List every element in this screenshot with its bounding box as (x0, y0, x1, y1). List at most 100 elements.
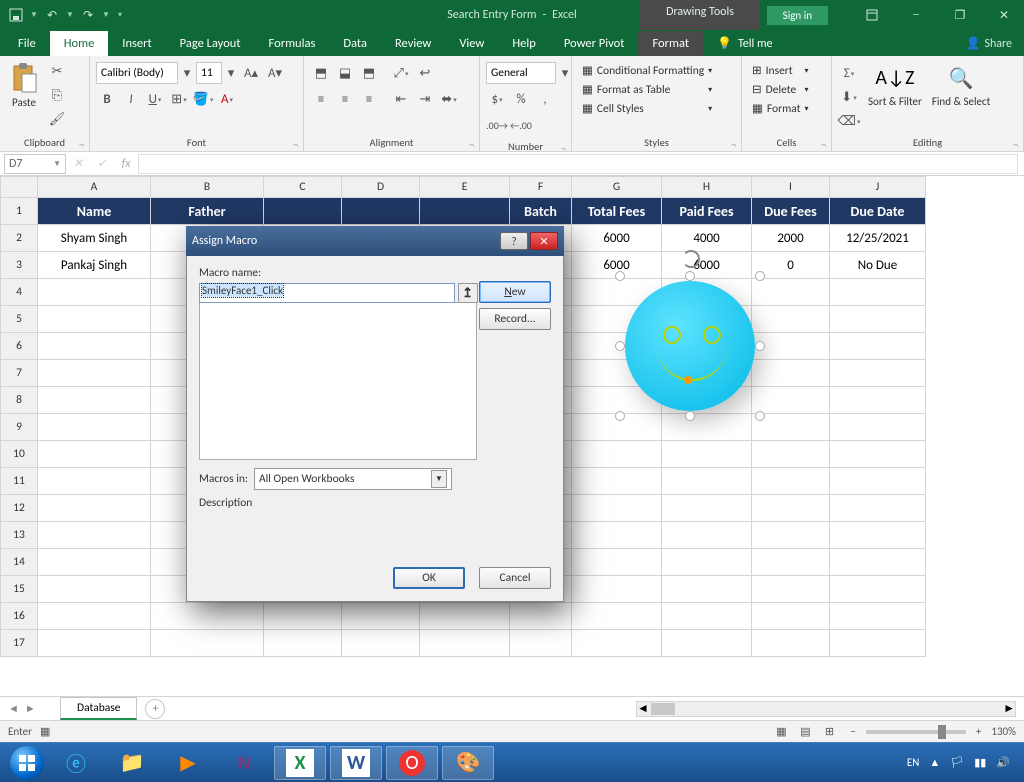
cell[interactable] (38, 441, 151, 468)
cell[interactable]: 0 (752, 252, 830, 279)
cell[interactable] (38, 279, 151, 306)
zoom-out-icon[interactable]: − (850, 725, 855, 738)
increase-decimal-icon[interactable]: .00→ (486, 114, 508, 136)
row-header[interactable]: 7 (0, 360, 38, 387)
taskbar-paint-icon[interactable]: 🎨 (442, 746, 494, 780)
redo-dropdown[interactable]: ▼ (102, 10, 110, 20)
format-as-table-button[interactable]: ▦Format as Table▾ (578, 81, 716, 98)
tab-view[interactable]: View (445, 31, 498, 56)
row-header[interactable]: 1 (0, 198, 38, 225)
cell[interactable] (662, 549, 752, 576)
select-all-corner[interactable] (0, 176, 38, 198)
row-header[interactable]: 13 (0, 522, 38, 549)
font-size-dropdown[interactable]: ▾ (224, 62, 238, 84)
taskbar-media-icon[interactable]: ▶ (162, 746, 214, 780)
sheet-tab-database[interactable]: Database (60, 697, 137, 720)
format-painter-icon[interactable]: 🖌 (46, 108, 68, 130)
cell[interactable] (38, 522, 151, 549)
macro-name-input[interactable]: SmileyFace1_Click (199, 283, 455, 303)
cell[interactable] (662, 603, 752, 630)
cell[interactable] (752, 333, 830, 360)
col-header-I[interactable]: I (752, 176, 830, 198)
cell[interactable]: Total Fees (572, 198, 662, 225)
cell[interactable] (572, 522, 662, 549)
font-name-dropdown[interactable]: ▾ (180, 62, 194, 84)
cut-icon[interactable]: ✂ (46, 60, 68, 82)
currency-icon[interactable]: $▾ (486, 88, 508, 110)
col-header-B[interactable]: B (151, 176, 264, 198)
align-middle-icon[interactable]: ⬓ (334, 62, 356, 84)
number-format-dropdown[interactable]: ▾ (558, 62, 572, 84)
row-header[interactable]: 3 (0, 252, 38, 279)
font-name-box[interactable]: Calibri (Body) (96, 62, 178, 84)
cell[interactable] (38, 387, 151, 414)
font-color-button[interactable]: A▾ (216, 88, 238, 110)
cell[interactable] (38, 495, 151, 522)
col-header-C[interactable]: C (264, 176, 342, 198)
fx-icon[interactable]: fx (114, 153, 138, 175)
col-header-F[interactable]: F (510, 176, 572, 198)
tray-network-icon[interactable]: ▮▮ (974, 756, 986, 769)
cell[interactable] (572, 495, 662, 522)
cell[interactable] (830, 549, 926, 576)
align-top-icon[interactable]: ⬒ (310, 62, 332, 84)
sheet-nav-next[interactable]: ► (25, 702, 36, 715)
merge-center-icon[interactable]: ⬌▾ (438, 88, 460, 110)
cell[interactable]: 4000 (662, 225, 752, 252)
align-left-icon[interactable]: ≡ (310, 88, 332, 110)
cell[interactable] (662, 576, 752, 603)
increase-indent-icon[interactable]: ⇥ (414, 88, 436, 110)
close-button[interactable]: ✕ (984, 0, 1024, 30)
qat-dropdown[interactable]: ▼ (30, 10, 38, 20)
cell[interactable] (572, 549, 662, 576)
cell[interactable] (752, 387, 830, 414)
cell[interactable] (572, 630, 662, 657)
name-box[interactable]: D7▼ (4, 154, 66, 174)
cell[interactable] (572, 333, 662, 360)
cell[interactable] (342, 630, 420, 657)
taskbar-onenote-icon[interactable]: N (218, 746, 270, 780)
cell[interactable] (752, 306, 830, 333)
dialog-titlebar[interactable]: Assign Macro ? ✕ (186, 226, 564, 256)
cell[interactable]: Father (151, 198, 264, 225)
cell[interactable] (662, 630, 752, 657)
cell[interactable] (830, 495, 926, 522)
cell-styles-button[interactable]: ▦Cell Styles▾ (578, 100, 716, 117)
cell[interactable]: Due Date (830, 198, 926, 225)
tab-data[interactable]: Data (329, 31, 381, 56)
fill-icon[interactable]: ⬇▾ (838, 86, 860, 108)
tray-volume-icon[interactable]: 🔊 (996, 756, 1010, 769)
fx-cancel-icon[interactable]: ✕ (66, 153, 90, 175)
cell[interactable] (830, 603, 926, 630)
taskbar-opera-icon[interactable]: O (386, 746, 438, 780)
share-button[interactable]: 👤Share (953, 31, 1024, 56)
cell[interactable]: Shyam Singh (38, 225, 151, 252)
cell[interactable] (830, 630, 926, 657)
taskbar-explorer-icon[interactable]: 📁 (106, 746, 158, 780)
col-header-H[interactable]: H (662, 176, 752, 198)
macro-list[interactable] (199, 302, 477, 460)
qat-customize-dropdown[interactable]: ▾ (116, 10, 124, 20)
macros-in-select[interactable]: All Open Workbooks▼ (254, 468, 452, 490)
percent-icon[interactable]: % (510, 88, 532, 110)
col-header-G[interactable]: G (572, 176, 662, 198)
tab-review[interactable]: Review (381, 31, 445, 56)
cell[interactable] (752, 441, 830, 468)
tray-flag-icon[interactable]: 🏳 (950, 756, 964, 769)
align-center-icon[interactable]: ≡ (334, 88, 356, 110)
cancel-button[interactable]: Cancel (479, 567, 551, 589)
cell[interactable] (420, 603, 510, 630)
cell[interactable] (662, 360, 752, 387)
cell[interactable]: Pankaj Singh (38, 252, 151, 279)
row-header[interactable]: 10 (0, 441, 38, 468)
cell[interactable]: No Due (830, 252, 926, 279)
tab-home[interactable]: Home (50, 31, 109, 56)
font-size-box[interactable]: 11 (196, 62, 222, 84)
cell[interactable] (830, 468, 926, 495)
cell[interactable] (38, 576, 151, 603)
record-button[interactable]: Record... (479, 308, 551, 330)
cell[interactable] (572, 414, 662, 441)
row-header[interactable]: 2 (0, 225, 38, 252)
align-bottom-icon[interactable]: ⬒ (358, 62, 380, 84)
cell[interactable]: Paid Fees (662, 198, 752, 225)
